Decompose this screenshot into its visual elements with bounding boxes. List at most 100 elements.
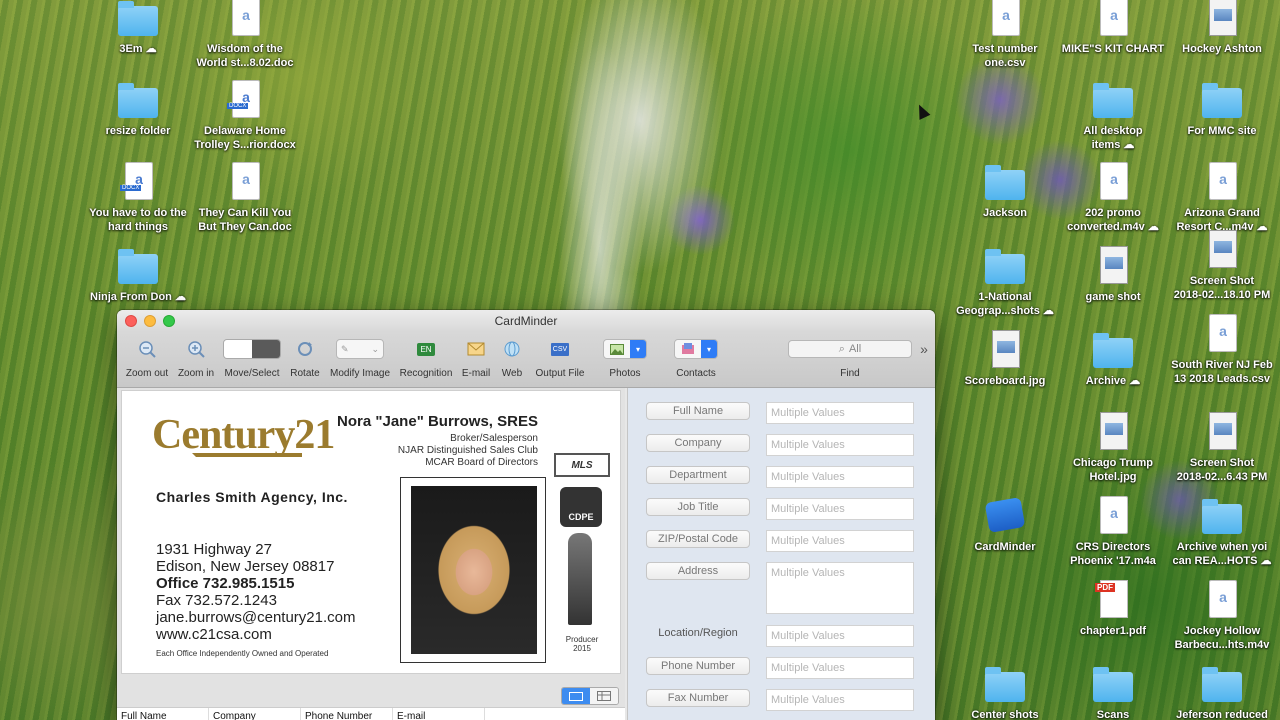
desktop-icon-3em-folder[interactable]: 3Em ☁	[84, 0, 192, 56]
modify-image-control[interactable]: ✎ ⌄ Modify Image	[327, 336, 393, 379]
rotate-button[interactable]: Rotate	[287, 336, 323, 379]
card-title-line: NJAR Distinguished Sales Club	[397, 445, 538, 456]
chevron-down-icon[interactable]: ▾	[630, 340, 646, 358]
field-input[interactable]: Multiple Values	[766, 689, 914, 711]
move-select-control[interactable]: Move/Select	[221, 336, 283, 379]
cardminder-window: CardMinder Zoom out Zoom in Move/Select …	[117, 310, 935, 720]
desktop-icon-chicago-trump[interactable]: Chicago Trump Hotel.jpg	[1059, 412, 1167, 484]
column-header-phone[interactable]: Phone Number	[301, 708, 393, 720]
desktop-icon-label: Jeferson reduced	[1176, 709, 1268, 720]
desktop-icon-wisdom-doc[interactable]: a Wisdom of the World st...8.02.doc	[191, 0, 299, 70]
field-label-button[interactable]: Fax Number	[646, 689, 750, 707]
photos-icon[interactable]	[604, 340, 630, 358]
desktop-icon-national-folder[interactable]: 1-National Geograp...shots ☁	[951, 246, 1059, 318]
desktop-icon-leads-csv[interactable]: a South River NJ Feb 13 2018 Leads.csv	[1168, 314, 1276, 386]
select-rect-icon[interactable]	[252, 340, 280, 358]
desktop-icon-all-desktop-folder[interactable]: All desktop items ☁	[1059, 80, 1167, 152]
contacts-split-button[interactable]: ▾	[674, 339, 718, 359]
zoom-window-button[interactable]	[163, 315, 175, 327]
desktop-icon-promo-m4v[interactable]: a 202 promo converted.m4v ☁	[1059, 162, 1167, 234]
desktop-icon-jeferson-folder[interactable]: Jeferson reduced	[1168, 664, 1276, 720]
desktop-icon-screen-shot-2[interactable]: Screen Shot 2018-02...6.43 PM	[1168, 412, 1276, 484]
minimize-window-button[interactable]	[144, 315, 156, 327]
email-button[interactable]: E-mail	[459, 336, 493, 379]
desktop-icon-delaware-docx[interactable]: a DOCX Delaware Home Trolley S...rior.docx	[191, 80, 299, 152]
search-field[interactable]: ⌕ All	[788, 340, 912, 358]
title-bar[interactable]: CardMinder	[117, 310, 935, 332]
field-input[interactable]: Multiple Values	[766, 625, 914, 647]
field-row: Full Name Multiple Values	[646, 402, 914, 424]
field-input[interactable]: Multiple Values	[766, 657, 914, 679]
desktop-icon-label: Chicago Trump Hotel.jpg	[1072, 457, 1154, 483]
field-input[interactable]: Multiple Values	[766, 402, 914, 424]
desktop-icon-arizona-m4v[interactable]: a Arizona Grand Resort C...m4v ☁	[1168, 162, 1276, 234]
zoom-in-button[interactable]: Zoom in	[175, 336, 217, 379]
field-input[interactable]: Multiple Values	[766, 562, 914, 614]
field-input[interactable]: Multiple Values	[766, 498, 914, 520]
contacts-icon[interactable]	[675, 340, 701, 358]
desktop-icon-screen-shot-1[interactable]: Screen Shot 2018-02...18.10 PM	[1168, 230, 1276, 302]
desktop-icon-game-shot[interactable]: game shot	[1059, 246, 1167, 304]
web-button[interactable]: Web	[497, 336, 527, 379]
document-icon: a	[223, 0, 267, 38]
field-input[interactable]: Multiple Values	[766, 434, 914, 456]
field-label-button[interactable]: Job Title	[646, 498, 750, 516]
desktop-icon-jackson-folder[interactable]: Jackson	[951, 162, 1059, 220]
field-input[interactable]: Multiple Values	[766, 530, 914, 552]
recognition-button[interactable]: EN Recognition	[397, 336, 455, 379]
column-header-email[interactable]: E-mail	[393, 708, 485, 720]
desktop-icon-label: game shot	[1085, 291, 1141, 303]
desktop-icon-center-shots-folder[interactable]: Center shots	[951, 664, 1059, 720]
card-pane-footer	[117, 685, 625, 707]
desktop-icon-scoreboard-jpg[interactable]: Scoreboard.jpg	[951, 330, 1059, 388]
photos-control[interactable]: ▾ Photos	[601, 336, 649, 379]
photos-split-button[interactable]: ▾	[603, 339, 647, 359]
output-file-button[interactable]: CSV Output File	[531, 336, 589, 379]
list-view-icon[interactable]	[590, 688, 618, 704]
column-header-company[interactable]: Company	[209, 708, 301, 720]
desktop-icon-label: Jackson	[982, 207, 1028, 219]
desktop-icon-label: CRS Directors Phoenix '17.m4a	[1070, 541, 1156, 567]
desktop-icon-chapter1-pdf[interactable]: PDF chapter1.pdf	[1059, 580, 1167, 638]
field-label-button[interactable]: Address	[646, 562, 750, 580]
zoom-out-button[interactable]: Zoom out	[123, 336, 171, 379]
desktop-icon-label: Jockey Hollow Barbecu...hts.m4v	[1174, 625, 1270, 651]
modify-image-label: Modify Image	[329, 368, 391, 379]
trophy-icon	[568, 533, 592, 625]
desktop-icon-ninja-folder[interactable]: Ninja From Don ☁	[84, 246, 192, 304]
desktop-icon-scans-folder[interactable]: Scans	[1059, 664, 1167, 720]
desktop-icon-crs-m4a[interactable]: a CRS Directors Phoenix '17.m4a	[1059, 496, 1167, 568]
modify-image-popup[interactable]: ✎ ⌄	[336, 339, 384, 359]
column-header-empty[interactable]	[485, 708, 625, 720]
toolbar-overflow-button[interactable]: »	[917, 336, 931, 362]
card-view-icon[interactable]	[562, 688, 590, 704]
field-row: Location/Region Multiple Values	[646, 625, 914, 647]
desktop-icon-they-can-kill-doc[interactable]: a They Can Kill You But They Can.doc	[191, 162, 299, 234]
desktop-icon-jockey-hollow[interactable]: a Jockey Hollow Barbecu...hts.m4v	[1168, 580, 1276, 652]
desktop-icon-archive-hots-folder[interactable]: Archive when yoi can REA...HOTS ☁	[1168, 496, 1276, 568]
business-card-image[interactable]: Century21 Charles Smith Agency, Inc. 193…	[121, 390, 621, 674]
column-header-full-name[interactable]: Full Name	[117, 708, 209, 720]
field-label-button[interactable]: ZIP/Postal Code	[646, 530, 750, 548]
contacts-control[interactable]: ▾ Contacts	[673, 336, 719, 379]
field-label-button[interactable]: Full Name	[646, 402, 750, 420]
desktop-icon-hard-things-docx[interactable]: a DOCX You have to do the hard things	[84, 162, 192, 234]
chevron-down-icon[interactable]: ▾	[701, 340, 717, 358]
desktop-icon-resize-folder[interactable]: resize folder	[84, 80, 192, 138]
desktop-icon-hockey-ashton[interactable]: Hockey Ashton	[1168, 0, 1276, 56]
field-label-button[interactable]: Phone Number	[646, 657, 750, 675]
desktop-icon-mikes-kit-chart[interactable]: a MIKE"S KIT CHART	[1059, 0, 1167, 56]
view-mode-toggle[interactable]	[561, 687, 619, 705]
desktop-icon-mmc-site-folder[interactable]: For MMC site	[1168, 80, 1276, 138]
desktop-icon-cardminder-app[interactable]: CardMinder	[951, 496, 1059, 554]
desktop-icon-test-number-csv[interactable]: a Test number one.csv	[951, 0, 1059, 70]
field-row: Phone Number Multiple Values	[646, 657, 914, 679]
close-window-button[interactable]	[125, 315, 137, 327]
word-document-icon: a DOCX	[223, 80, 267, 120]
field-input[interactable]: Multiple Values	[766, 466, 914, 488]
move-select-segmented[interactable]	[223, 339, 281, 359]
hand-icon[interactable]	[224, 340, 252, 358]
field-label-button[interactable]: Department	[646, 466, 750, 484]
desktop-icon-archive-folder[interactable]: Archive ☁	[1059, 330, 1167, 388]
field-label-button[interactable]: Company	[646, 434, 750, 452]
